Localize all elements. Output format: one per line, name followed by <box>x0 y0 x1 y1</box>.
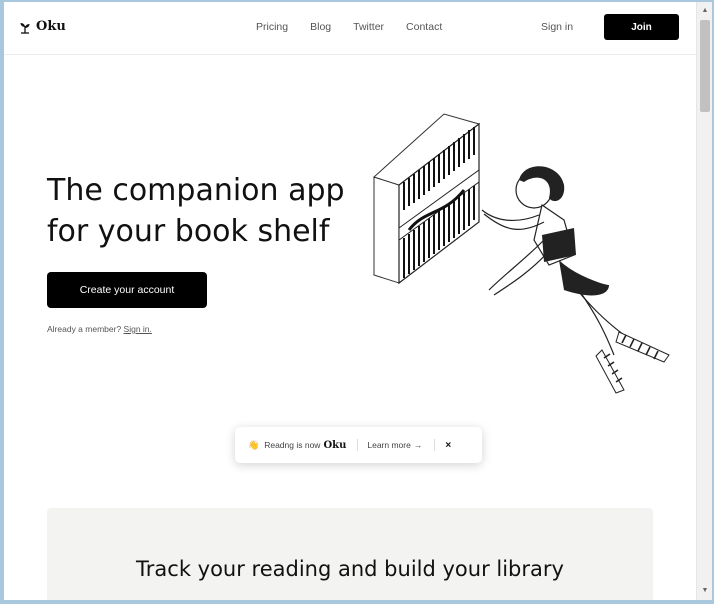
toast-divider <box>357 439 359 451</box>
announcement-toast: 👋 Readng is now Oku Learn more → × <box>235 427 482 463</box>
toast-divider-2 <box>434 439 436 451</box>
toast-brand: Oku <box>323 439 347 451</box>
vertical-scrollbar[interactable]: ▲ ▼ <box>696 2 712 600</box>
create-account-button[interactable]: Create your account <box>47 272 207 308</box>
nav-blog[interactable]: Blog <box>310 21 331 33</box>
learn-more-link[interactable]: Learn more → <box>367 440 422 450</box>
learn-more-label: Learn more <box>367 440 411 450</box>
page: Oku Pricing Blog Twitter Contact Sign in… <box>4 2 696 600</box>
member-prompt: Already a member? <box>47 324 122 334</box>
nav-pricing[interactable]: Pricing <box>256 21 288 33</box>
already-member-text: Already a member? Sign in. <box>47 324 152 334</box>
bookshelf-illustration <box>373 113 670 394</box>
feature-heading: Track your reading and build your librar… <box>136 557 564 581</box>
nav-contact[interactable]: Contact <box>406 21 442 33</box>
feature-section: Track your reading and build your librar… <box>47 508 653 600</box>
site-header: Oku Pricing Blog Twitter Contact Sign in… <box>4 2 696 55</box>
hero-title-line-1: The companion app <box>47 173 345 208</box>
waving-hand-icon: 👋 <box>248 439 260 450</box>
logo[interactable]: Oku <box>19 19 66 34</box>
hero-title-line-2: for your book shelf <box>47 214 330 249</box>
logo-text: Oku <box>36 19 66 34</box>
main-nav: Pricing Blog Twitter Contact <box>256 21 464 33</box>
member-sign-in-link[interactable]: Sign in. <box>124 324 152 334</box>
scroll-thumb[interactable] <box>700 20 710 112</box>
join-button[interactable]: Join <box>604 14 679 40</box>
leaf-sprout-icon <box>20 22 30 34</box>
browser-window: Oku Pricing Blog Twitter Contact Sign in… <box>4 2 712 600</box>
close-icon[interactable]: × <box>445 440 451 451</box>
hero-title: The companion app for your book shelf <box>47 170 367 252</box>
sign-in-link[interactable]: Sign in <box>541 21 573 33</box>
toast-message: Readng is now <box>264 440 321 450</box>
arrow-right-icon: → <box>413 440 423 450</box>
scroll-up-arrow-icon[interactable]: ▲ <box>697 4 712 18</box>
nav-twitter[interactable]: Twitter <box>353 21 384 33</box>
scroll-down-arrow-icon[interactable]: ▼ <box>697 584 712 598</box>
